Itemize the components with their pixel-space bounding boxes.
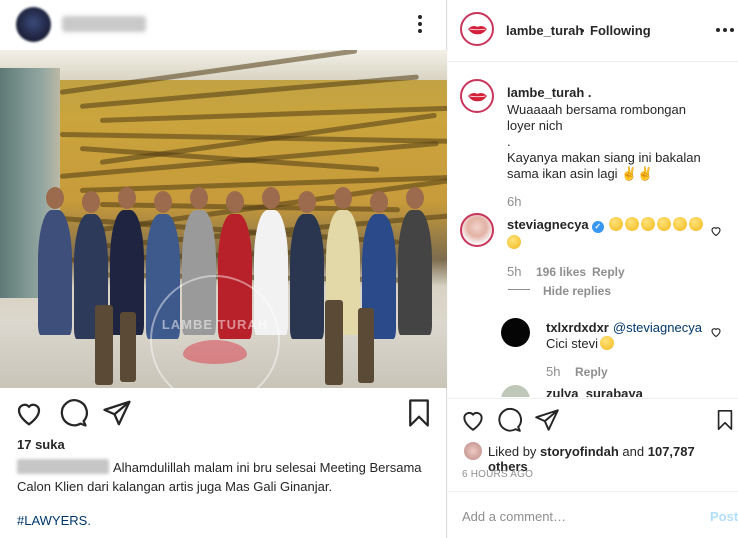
liked-by-user-link[interactable]: storyofindah — [540, 444, 619, 459]
person-figure — [398, 210, 432, 335]
chair — [325, 300, 343, 385]
post-right-panel: lambe_turah • Following lambe_turah . Wu… — [448, 0, 738, 538]
left-action-bar — [0, 388, 447, 438]
header-username[interactable]: lambe_turah — [506, 23, 583, 38]
reply-commenter-avatar[interactable] — [501, 385, 530, 397]
laughing-emoji-icon — [689, 217, 704, 231]
post-comment-button[interactable]: Post — [710, 509, 738, 524]
post-photo[interactable]: LAMBE TURAH — [0, 50, 447, 388]
share-paper-plane-icon[interactable] — [102, 398, 132, 428]
laughing-emoji-icon — [625, 217, 640, 231]
header-separator-dot: • — [580, 23, 585, 38]
blushing-emoji-icon — [600, 336, 615, 350]
laughing-emoji-icon — [609, 217, 624, 231]
chair — [95, 305, 113, 385]
reply-username[interactable]: zulya_surabaya — [546, 386, 643, 397]
laughing-emoji-icon — [641, 217, 656, 231]
lips-icon — [467, 92, 487, 101]
comment-bubble-icon[interactable] — [58, 398, 88, 428]
liked-by-and: and — [622, 444, 645, 459]
lambe-turah-avatar[interactable] — [460, 79, 494, 113]
person-figure — [290, 214, 324, 339]
commenter-avatar[interactable] — [460, 213, 494, 247]
comment-username: stevi​agnecya ✓ — [507, 217, 704, 233]
likes-count[interactable]: 17 suka — [17, 437, 65, 452]
author-avatar-blurred[interactable] — [16, 7, 51, 42]
person-head — [226, 191, 244, 213]
more-options-icon[interactable] — [713, 18, 737, 42]
watermark-text: LAMBE TURAH — [161, 316, 269, 332]
person-head — [154, 191, 172, 213]
right-header: lambe_turah • Following — [448, 0, 738, 62]
reply-mention-link[interactable]: @steviagnecya — [613, 320, 702, 335]
watermark-lips-icon — [183, 339, 247, 364]
laughing-emoji-icon — [657, 217, 672, 231]
person-head — [406, 187, 424, 209]
caption-timestamp[interactable]: 6h — [507, 194, 521, 209]
like-heart-icon[interactable] — [14, 398, 44, 428]
lips-icon — [467, 25, 487, 34]
more-options-icon[interactable] — [410, 12, 430, 36]
person-figure — [38, 210, 72, 335]
reply-username[interactable]: txlxrdxdxr — [546, 320, 609, 335]
person-head — [82, 191, 100, 213]
comment-like-heart-icon[interactable] — [710, 225, 722, 237]
reply-timestamp[interactable]: 5h — [546, 364, 560, 379]
hide-replies-line — [508, 289, 530, 290]
lambe-turah-avatar[interactable] — [460, 12, 494, 46]
liked-by-prefix: Liked by — [488, 444, 537, 459]
comment-bubble-icon[interactable] — [496, 407, 522, 433]
verified-badge-icon: ✓ — [591, 221, 604, 233]
comment-username-text[interactable]: stevi​agnecya — [507, 217, 589, 232]
post-header — [0, 0, 447, 50]
like-heart-icon[interactable] — [460, 407, 486, 433]
person-head — [298, 191, 316, 213]
person-head — [370, 191, 388, 213]
photo-ceiling — [0, 50, 447, 80]
comments-list[interactable]: lambe_turah . Wuaaaah bersama rombongan … — [448, 63, 738, 397]
caption-comment-text: Wuaaaah bersama rombongan loyer nich . K… — [507, 102, 701, 181]
save-bookmark-icon[interactable] — [404, 398, 434, 428]
reply-commenter-avatar[interactable] — [501, 318, 530, 347]
post-caption: Alhamdulillah malam ini bru selesai Meet… — [17, 458, 437, 496]
hashtag-link[interactable]: #LAWYERS. — [17, 513, 91, 528]
post-left-panel: LAMBE TURAH 17 suka Alhamdulillah malam … — [0, 0, 447, 538]
reply-text: Cici stevi — [546, 336, 615, 351]
laughing-emoji-icon — [507, 235, 521, 249]
author-username-blurred[interactable] — [62, 16, 146, 32]
person-head — [190, 187, 208, 209]
person-head — [334, 187, 352, 209]
chair — [358, 308, 374, 383]
save-bookmark-icon[interactable] — [714, 407, 736, 433]
reply-button[interactable]: Reply — [575, 365, 608, 379]
reply-button[interactable]: Reply — [592, 265, 625, 279]
hide-replies-button[interactable]: Hide replies — [543, 284, 611, 298]
share-paper-plane-icon[interactable] — [534, 407, 560, 433]
add-comment-bar: Post — [448, 491, 738, 538]
caption-author-blurred[interactable] — [17, 459, 109, 474]
reply-header: txlxrdxdxr @steviagnecya — [546, 320, 702, 335]
laughing-emoji-icon — [673, 217, 688, 231]
chair — [120, 312, 136, 382]
reply-text-content: Cici stevi — [546, 336, 599, 351]
caption-username[interactable]: lambe_turah . — [507, 85, 592, 100]
following-button[interactable]: Following — [590, 23, 651, 38]
post-timestamp[interactable]: 6 HOURS AGO — [462, 469, 533, 480]
comment-like-heart-icon[interactable] — [710, 326, 722, 338]
person-head — [46, 187, 64, 209]
comment-likes[interactable]: 196 likes — [536, 265, 586, 279]
liked-by-avatar[interactable] — [464, 442, 482, 460]
right-action-area: Liked by storyofindah and 107,787 others… — [448, 398, 738, 538]
person-head — [118, 187, 136, 209]
comment-timestamp[interactable]: 5h — [507, 264, 521, 279]
person-head — [262, 187, 280, 209]
add-comment-input[interactable] — [462, 506, 682, 526]
